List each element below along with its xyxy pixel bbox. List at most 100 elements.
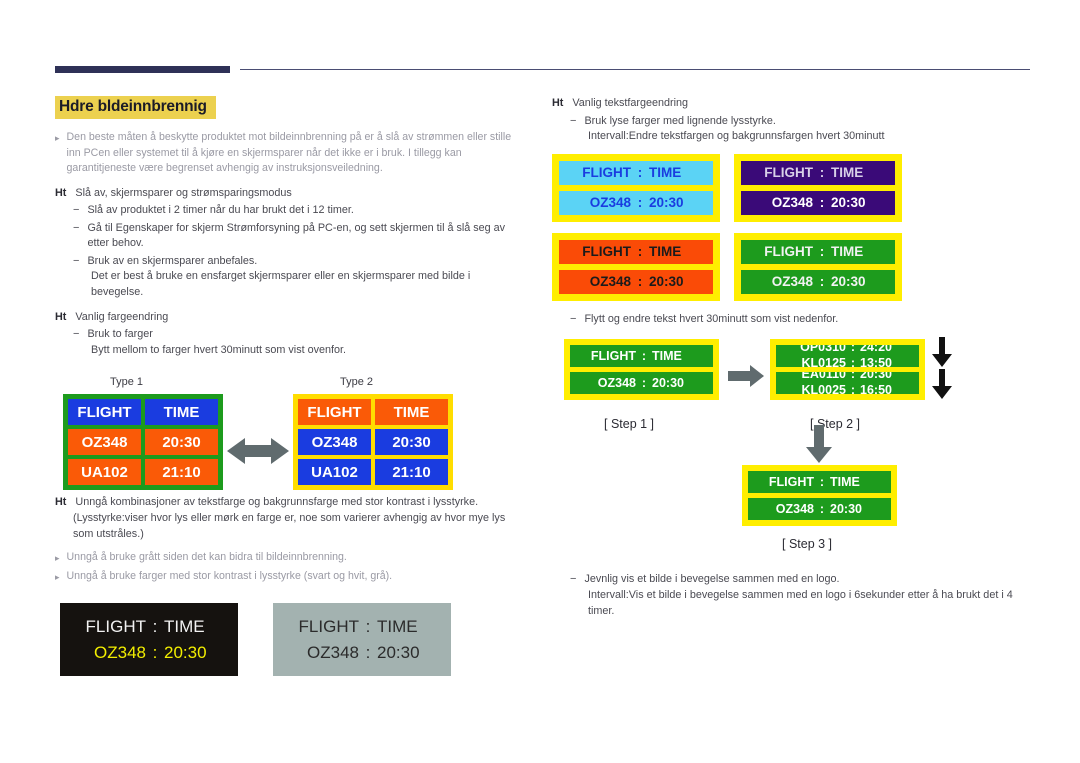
- board-time: TIME: [652, 349, 682, 364]
- board-line: OP0310 : 24:20: [776, 345, 919, 355]
- board-colon: :: [152, 616, 158, 636]
- board-flight: OZ348: [775, 502, 814, 517]
- type1-label: Type 1: [110, 376, 144, 389]
- step1-board: FLIGHT : TIME OZ348 : 20:30: [564, 339, 719, 401]
- board-colon: :: [152, 642, 158, 662]
- board-colon: :: [850, 356, 856, 368]
- board-cell: 21:10: [145, 459, 218, 486]
- board-colon: :: [365, 642, 371, 662]
- hint-subnote: Bytt mellom to farger hvert 30minutt som…: [91, 343, 347, 356]
- hint-heading: Slå av, skjermsparer og strømsparingsmod…: [75, 186, 292, 199]
- board-row: OZ348 : 20:30: [570, 372, 713, 395]
- step3-board: FLIGHT : TIME OZ348 : 20:30: [742, 465, 897, 527]
- board-row: FLIGHT : TIME: [559, 160, 713, 185]
- board-time: TIME: [831, 244, 864, 260]
- board-colon: :: [850, 372, 856, 382]
- board-row: OZ348 : 20:30: [273, 643, 451, 663]
- bullet-icon: ▸: [55, 553, 60, 564]
- board-row: FLIGHT : TIME: [570, 345, 713, 368]
- board-time: TIME: [831, 165, 864, 181]
- hint-tag: Ht: [552, 97, 564, 109]
- board-time: 20:30: [860, 372, 892, 382]
- board-row: FLIGHT : TIME: [60, 617, 238, 637]
- bullet-icon: ▸: [55, 133, 60, 143]
- board-flight: FLIGHT: [768, 475, 814, 490]
- board-line: EA0110 : 20:30: [776, 372, 919, 382]
- right-column: Ht Vanlig tekstfargeendring − Bruk lyse …: [552, 96, 1030, 619]
- contrast-boards-figure: FLIGHT : TIME OZ348 : 20:30 FLIGHT : TIM…: [55, 603, 525, 683]
- hint-heading: Vanlig tekstfargeendring: [572, 97, 689, 109]
- step1-caption: [ Step 1 ]: [604, 417, 655, 432]
- dash-icon: −: [73, 221, 80, 234]
- flight-board-black: FLIGHT : TIME OZ348 : 20:30: [60, 603, 238, 677]
- board-row: FLIGHT : TIME: [748, 471, 891, 494]
- hint-item: − Bruk lyse farger med lignende lysstyrk…: [570, 114, 1030, 130]
- final-note-text: Jevnlig vis et bilde i bevegelse sammen …: [584, 573, 840, 586]
- board-row: FLIGHT : TIME: [741, 160, 895, 185]
- board-flight: OZ348: [589, 195, 631, 211]
- intro-bullet: ▸ Den beste måten å beskytte produktet m…: [55, 130, 525, 177]
- board-colon: :: [819, 274, 825, 290]
- board-flight: FLIGHT: [590, 349, 636, 364]
- board-flight: OZ348: [771, 274, 813, 290]
- bullet-icon: ▸: [55, 572, 60, 583]
- hint-block-colorchange: Ht Vanlig fargeendring: [55, 310, 525, 326]
- board-colon: :: [365, 616, 371, 636]
- board-flight: OZ348: [94, 642, 146, 662]
- board-cell: UA102: [298, 459, 371, 486]
- board-row: OZ348 : 20:30: [559, 190, 713, 215]
- board-time: 20:30: [831, 195, 866, 211]
- board-flight: FLIGHT: [582, 244, 631, 260]
- board-flight: OZ348: [597, 376, 636, 391]
- board-time: TIME: [164, 616, 205, 636]
- hint-item-text: Slå av produktet i 2 timer når du har br…: [87, 204, 354, 217]
- board-colon: :: [850, 345, 856, 355]
- bottom-bullet: ▸ Unngå å bruke farger med stor kontrast…: [55, 569, 525, 585]
- step2-board: OP0310 : 24:20 KL0125 : 13:50 EA0110 : 2…: [770, 339, 925, 401]
- intro-bullet-text: Den beste måten å beskytte produktet mot…: [66, 131, 512, 174]
- board-time: 20:30: [831, 274, 866, 290]
- hint-subnote: Intervall:Endre tekstfargen og bakgrunns…: [588, 130, 885, 143]
- board-cell: TIME: [145, 399, 218, 426]
- hint-item-text: Bruk lyse farger med lignende lysstyrke.: [584, 114, 776, 127]
- board-row: FLIGHT : TIME: [741, 239, 895, 264]
- board-flight: KL0025: [801, 383, 846, 395]
- bottom-bullet-text: Unngå å bruke grått siden det kan bidra …: [66, 551, 347, 564]
- board-colon: :: [819, 195, 825, 211]
- board-time: 20:30: [649, 274, 684, 290]
- board-cell: 20:30: [375, 429, 448, 456]
- board-colon: :: [850, 383, 856, 395]
- double-arrow-icon: [227, 436, 289, 466]
- board-colon: :: [637, 274, 643, 290]
- board-cell: TIME: [375, 399, 448, 426]
- board-colon: :: [819, 244, 825, 260]
- hint-tag: Ht: [55, 496, 67, 509]
- page-root: { "page": { "title": "Hdre bldeinnbrenni…: [0, 0, 1080, 763]
- type-comparison-figure: Type 1 Type 2 FLIGHT TIME OZ348 20:30 UA…: [55, 376, 525, 491]
- hint-item-text: Gå til Egenskaper for skjerm Strømforsyn…: [87, 221, 506, 250]
- board-row-scrolling: OP0310 : 24:20 KL0125 : 13:50: [776, 345, 919, 368]
- board-time: 20:30: [652, 376, 684, 391]
- final-subnote: Intervall:Vis et bilde i bevegelse samme…: [588, 588, 1013, 617]
- hint-subnote: (Lysstyrke:viser hvor lys eller mørk en …: [73, 512, 506, 540]
- board-cell: UA102: [68, 459, 141, 486]
- step3-caption: [ Step 3 ]: [782, 537, 833, 552]
- hint-heading: Vanlig fargeendring: [75, 310, 169, 323]
- board-time: 13:50: [860, 356, 892, 368]
- bottom-bullet-text: Unngå å bruke farger med stor kontrast i…: [66, 570, 393, 583]
- board-row: OZ348 : 20:30: [741, 269, 895, 294]
- board-time: 20:30: [164, 642, 207, 662]
- arrow-right-icon: [728, 365, 764, 388]
- hint-item: − Gå til Egenskaper for skjerm Strømfors…: [73, 221, 525, 252]
- header-rules: [55, 62, 1030, 78]
- board-row: OZ348 : 20:30: [741, 190, 895, 215]
- flight-board-cyan: FLIGHT : TIME OZ348 : 20:30: [552, 153, 720, 222]
- hint-block-power: Ht Slå av, skjermsparer og strømsparings…: [55, 186, 525, 202]
- hint-subnote: Det er best å bruke en ensfarget skjerms…: [91, 270, 471, 299]
- dash-icon: −: [570, 114, 577, 127]
- board-time: 16:50: [860, 383, 892, 395]
- board-row-scrolling: EA0110 : 20:30 KL0025 : 16:50: [776, 372, 919, 395]
- step-diagram: FLIGHT : TIME OZ348 : 20:30 OP0310 : 24:…: [552, 333, 1030, 568]
- board-colon: :: [819, 502, 825, 517]
- board-cell: 20:30: [145, 429, 218, 456]
